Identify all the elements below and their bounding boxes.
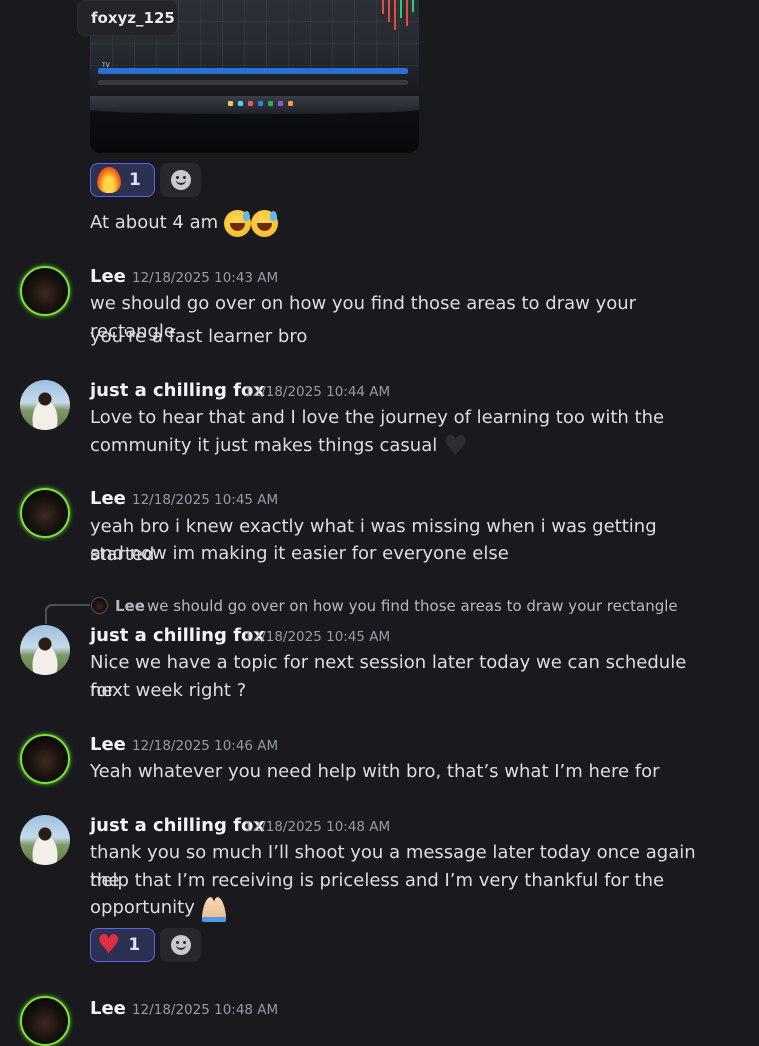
taskbar-icon xyxy=(248,101,253,106)
candle xyxy=(394,0,396,30)
avatar[interactable] xyxy=(20,488,70,538)
message-line: you're a fast learner bro xyxy=(90,326,308,347)
avatar[interactable] xyxy=(20,625,70,675)
taskbar-icon xyxy=(228,101,233,106)
message-line: help that I’m receiving is priceless and… xyxy=(90,870,665,891)
screen-taskbar xyxy=(90,96,419,114)
message-line-with-emoji: opportunity xyxy=(90,894,710,922)
reaction-fire[interactable]: 1 xyxy=(90,163,155,197)
timestamp: 12/18/2025 10:43 AM xyxy=(132,270,279,286)
message-line: next week right ? xyxy=(90,680,247,701)
message-line: At about 4 am xyxy=(90,212,219,233)
candle xyxy=(388,0,390,22)
author-name[interactable]: Lee xyxy=(90,998,126,1019)
black-heart-emoji: ♥ xyxy=(442,429,469,462)
avatar[interactable] xyxy=(20,380,70,430)
candle xyxy=(382,0,384,14)
author-name[interactable]: just a chilling fox xyxy=(90,380,265,401)
tradingview-row xyxy=(98,80,408,85)
reply-avatar[interactable] xyxy=(91,597,108,614)
candle xyxy=(412,0,414,12)
taskbar-icon xyxy=(268,101,273,106)
reply-preview-text[interactable]: we should go over on how you find those … xyxy=(147,597,678,615)
tradingview-toolbar xyxy=(98,68,408,74)
red-heart-emoji: ♥ xyxy=(97,930,121,960)
reaction-count: 1 xyxy=(129,170,141,190)
message-line: Yeah whatever you need help with bro, th… xyxy=(90,761,660,782)
candle xyxy=(406,0,408,26)
author-name[interactable]: just a chilling fox xyxy=(90,625,265,646)
author-name[interactable]: Lee xyxy=(90,266,126,287)
taskbar-icon xyxy=(278,101,283,106)
sweat-smile-emoji xyxy=(223,209,251,237)
fire-emoji xyxy=(97,167,121,193)
timestamp: 12/18/2025 10:48 AM xyxy=(244,819,391,835)
message-line: Love to hear that and I love the journey… xyxy=(90,407,665,428)
reply-author[interactable]: Lee xyxy=(115,597,145,615)
author-name[interactable]: just a chilling fox xyxy=(90,815,265,836)
folded-hands-emoji xyxy=(200,895,227,922)
author-name[interactable]: Lee xyxy=(90,488,126,509)
timestamp: 12/18/2025 10:45 AM xyxy=(244,629,391,645)
reply-connector xyxy=(45,604,90,624)
reaction-count: 1 xyxy=(128,935,141,955)
add-reaction-button[interactable] xyxy=(160,163,201,197)
username-tooltip: foxyz_125 xyxy=(77,0,178,36)
message-line: community it just makes things casual xyxy=(90,435,438,456)
message-line: opportunity xyxy=(90,897,195,918)
reaction-heart[interactable]: ♥ 1 xyxy=(90,928,155,962)
add-reaction-smiley-icon xyxy=(170,935,191,955)
avatar[interactable] xyxy=(20,734,70,784)
avatar[interactable] xyxy=(20,266,70,316)
sweat-smile-emoji xyxy=(250,209,278,237)
add-reaction-smiley-icon xyxy=(170,170,191,190)
add-reaction-button[interactable] xyxy=(160,928,201,962)
timestamp: 12/18/2025 10:45 AM xyxy=(132,492,279,508)
timestamp: 12/18/2025 10:46 AM xyxy=(132,738,279,754)
avatar[interactable] xyxy=(20,815,70,865)
author-name[interactable]: Lee xyxy=(90,734,126,755)
candle xyxy=(400,0,402,18)
message-text: At about 4 am xyxy=(90,209,710,237)
timestamp: 12/18/2025 10:48 AM xyxy=(132,1002,279,1018)
taskbar-icon xyxy=(258,101,263,106)
timestamp: 12/18/2025 10:44 AM xyxy=(244,384,391,400)
message-line: and now im making it easier for everyone… xyxy=(90,543,509,564)
taskbar-icon xyxy=(238,101,243,106)
taskbar-icon xyxy=(288,101,293,106)
message-line-with-emoji: community it just makes things casual ♥ xyxy=(90,432,710,460)
avatar[interactable] xyxy=(20,996,70,1046)
